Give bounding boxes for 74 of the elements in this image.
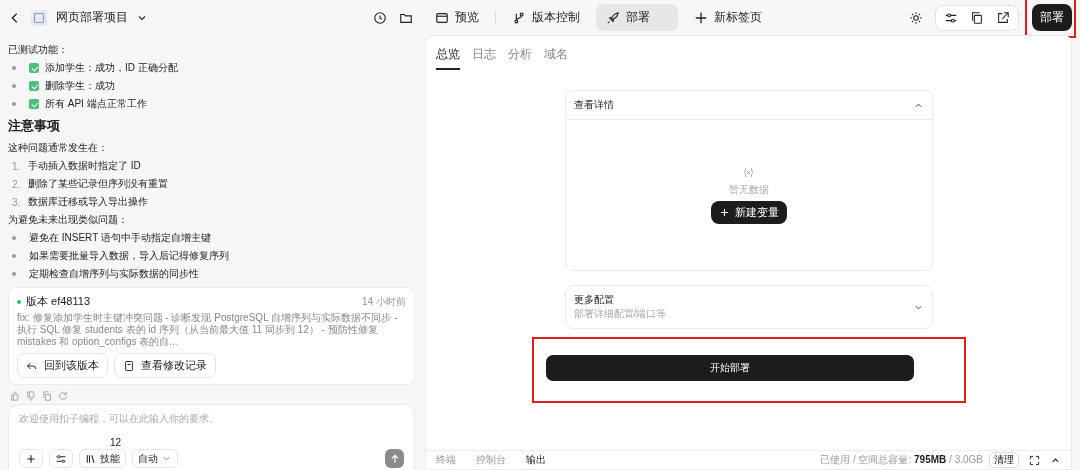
more-config-section[interactable]: 更多配置 部署详细配置/端口等 [564,285,933,329]
status-dot [17,299,21,304]
fullscreen-icon[interactable] [1029,454,1040,466]
panel-tab[interactable]: 域名 [544,46,568,70]
top-tab[interactable]: 新标签页 [684,4,772,31]
plus-icon [718,207,730,218]
bullet-dot [12,84,16,88]
start-deploy-button[interactable]: 开始部署 [545,355,914,381]
console-tab[interactable]: 输出 [526,453,546,467]
section-title: 查看详情 [573,98,614,112]
bullet-dot [12,102,16,106]
panel-tab[interactable]: 日志 [472,46,496,70]
sliders-icon [55,452,67,465]
empty-icon [742,166,755,179]
copy-icon[interactable] [970,10,984,25]
thumbs-down-icon[interactable] [26,391,36,401]
plus-icon [25,452,37,465]
new-variable-button[interactable]: 新建变量 [710,201,787,224]
empty-text: 暂无数据 [728,183,769,197]
version-label: 版本 ef48113 [26,294,90,309]
plus-icon [694,10,708,25]
panel-tab[interactable]: 分析 [508,46,532,70]
list-number: 3. [12,196,22,208]
thumbs-up-icon[interactable] [10,391,20,401]
project-title[interactable]: 网页部署项目 [56,9,128,26]
input-field[interactable]: 欢迎使用扣子编程，可以在此输入你的要求。 [19,413,404,424]
history-icon[interactable] [373,10,387,25]
chat-text: 定期检查自增序列与实际数据的同步性 [29,267,199,281]
project-icon [30,8,48,27]
top-tab[interactable]: 部署 [596,4,678,31]
commit-message: fix: 修复添加学生时主键冲突问题 - 诊断发现 PostgreSQL 自增序列与实际数据不同步 - 执行 SQL 修复 students 表的 id 序列（从当前最大值 11 同步到 12） - 预防性修复 mistakes 和 option_configs 表的自... [17,312,399,348]
settings-button[interactable] [49,449,73,468]
section-title: 更多配置 [573,293,615,307]
chat-text: 删除学生：成功 [45,79,115,93]
storage-usage: 已使用 / 空间总容量: 795MB / 3.0GB [820,453,983,467]
rocket-icon [606,10,620,25]
sliders-icon[interactable] [944,10,958,25]
section-heading: 注意事项 [8,117,61,135]
chat-text: 已测试功能： [8,43,69,57]
add-button[interactable] [19,449,43,468]
mode-dropdown[interactable]: 自动 [132,449,178,468]
top-tab[interactable]: 预览 [425,4,489,31]
chat-text: 数据库迁移或导入导出操作 [28,195,148,209]
panel-tab[interactable]: 总览 [436,46,460,70]
bullet-dot [12,236,16,240]
chat-text: 删除了某些记录但序列没有重置 [28,177,168,191]
deploy-button[interactable]: 部署 [1032,3,1072,31]
top-tab[interactable]: 版本控制 [502,4,590,31]
section-subtitle: 部署详细配置/端口等 [573,307,667,321]
chat-text: 为避免未来出现类似问题： [8,213,129,227]
window-icon [435,10,449,25]
clean-button[interactable]: 清理 [989,452,1019,468]
branch-icon [512,10,526,25]
count-label: 12 [109,437,121,448]
version-action-button[interactable]: 查看修改记录 [114,353,216,378]
chat-text: 添加学生：成功，ID 正确分配 [45,61,178,75]
chat-text: 这种问题通常发生在： [8,141,109,155]
chat-text: 避免在 INSERT 语句中手动指定自增主键 [29,231,211,245]
sun-icon[interactable] [909,10,923,25]
chat-text: 手动插入数据时指定了 ID [28,159,141,173]
version-action-button[interactable]: 回到该版本 [17,353,108,378]
external-link-icon[interactable] [996,10,1010,25]
books-icon [85,452,97,465]
bullet-dot [12,66,16,70]
chat-text: 如果需要批量导入数据，导入后记得修复序列 [29,249,229,263]
chat-text: 所有 API 端点正常工作 [45,97,147,111]
message-input[interactable]: 欢迎使用扣子编程，可以在此输入你的要求。 技能 12 自动 [8,404,415,470]
bullet-dot [12,254,16,258]
list-number: 1. [12,160,22,172]
bullet-dot [12,272,16,276]
list-number: 2. [12,178,22,190]
send-button[interactable] [385,449,404,468]
document-icon [123,359,135,372]
version-time: 14 小时前 [362,294,406,309]
